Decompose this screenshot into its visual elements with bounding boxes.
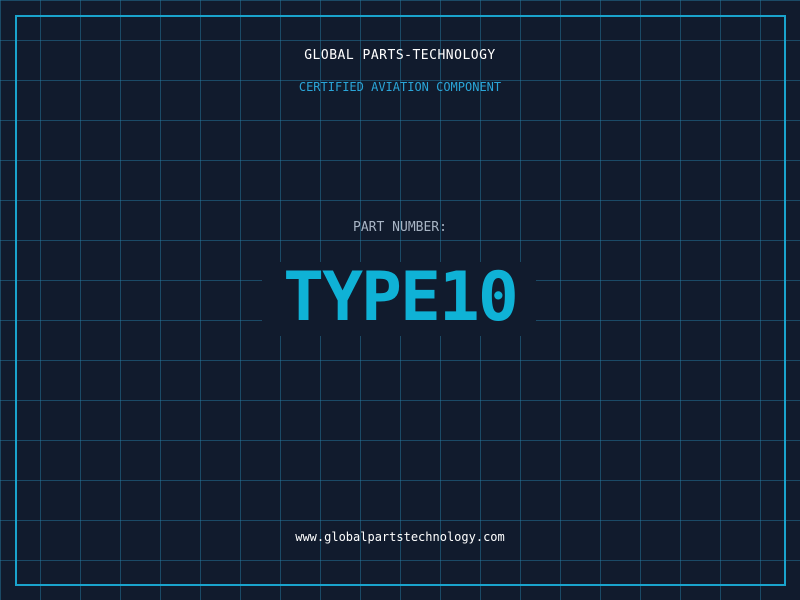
part-number-value: TYPE10 xyxy=(283,258,519,337)
part-number-label: PART NUMBER: xyxy=(353,220,447,235)
certification-subtitle: CERTIFIED AVIATION COMPONENT xyxy=(298,80,502,94)
label-canvas: GLOBAL PARTS-TECHNOLOGY CERTIFIED AVIATI… xyxy=(0,0,800,600)
website-url: www.globalpartstechnology.com xyxy=(295,530,505,544)
company-name: GLOBAL PARTS-TECHNOLOGY xyxy=(304,48,496,63)
